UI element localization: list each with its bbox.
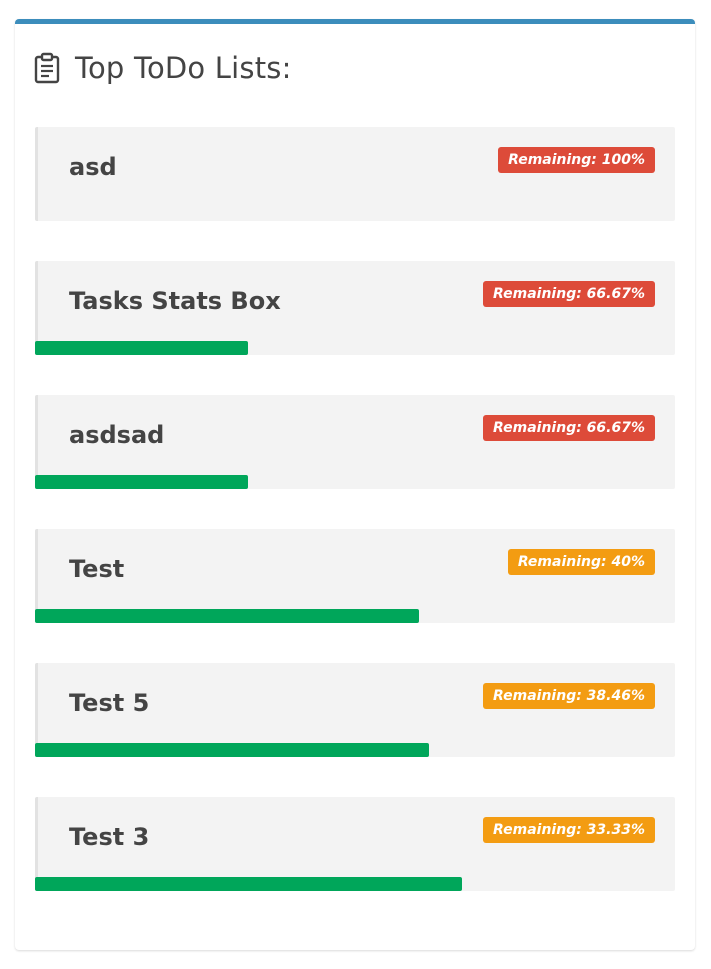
top-todo-lists-box: Top ToDo Lists: asd Remaining: 100% Tasks … bbox=[15, 19, 695, 950]
remaining-badge: Remaining: 33.33% bbox=[483, 817, 655, 843]
progress-bar-fill bbox=[35, 743, 429, 757]
todo-list-item[interactable]: Test Remaining: 40% bbox=[35, 529, 675, 623]
todo-list-item[interactable]: Tasks Stats Box Remaining: 66.67% bbox=[35, 261, 675, 355]
todo-list-item[interactable]: Test 5 Remaining: 38.46% bbox=[35, 663, 675, 757]
remaining-badge: Remaining: 100% bbox=[498, 147, 655, 173]
progress-bar bbox=[35, 341, 675, 355]
todo-list-name: asd bbox=[69, 153, 117, 181]
todo-list-item[interactable]: asdsad Remaining: 66.67% bbox=[35, 395, 675, 489]
progress-bar bbox=[35, 743, 675, 757]
progress-bar-fill bbox=[35, 877, 462, 891]
progress-bar bbox=[35, 475, 675, 489]
progress-bar bbox=[35, 609, 675, 623]
remaining-badge: Remaining: 66.67% bbox=[483, 415, 655, 441]
progress-bar-fill bbox=[35, 341, 249, 355]
progress-bar bbox=[35, 207, 675, 221]
todo-list: asd Remaining: 100% Tasks Stats Box Remaini… bbox=[35, 127, 675, 931]
box-header: Top ToDo Lists: bbox=[33, 48, 292, 88]
progress-bar-fill bbox=[35, 609, 419, 623]
progress-bar bbox=[35, 877, 675, 891]
box-title: Top ToDo Lists: bbox=[75, 51, 292, 85]
todo-list-name: asdsad bbox=[69, 421, 165, 449]
todo-list-name: Test 3 bbox=[69, 823, 150, 851]
todo-list-name: Test bbox=[69, 555, 125, 583]
todo-list-name: Test 5 bbox=[69, 689, 150, 717]
todo-list-item[interactable]: Test 3 Remaining: 33.33% bbox=[35, 797, 675, 891]
remaining-badge: Remaining: 38.46% bbox=[483, 683, 655, 709]
todo-list-item[interactable]: asd Remaining: 100% bbox=[35, 127, 675, 221]
remaining-badge: Remaining: 66.67% bbox=[483, 281, 655, 307]
todo-list-name: Tasks Stats Box bbox=[69, 287, 281, 315]
clipboard-icon bbox=[33, 52, 61, 84]
progress-bar-fill bbox=[35, 475, 249, 489]
remaining-badge: Remaining: 40% bbox=[507, 549, 655, 575]
